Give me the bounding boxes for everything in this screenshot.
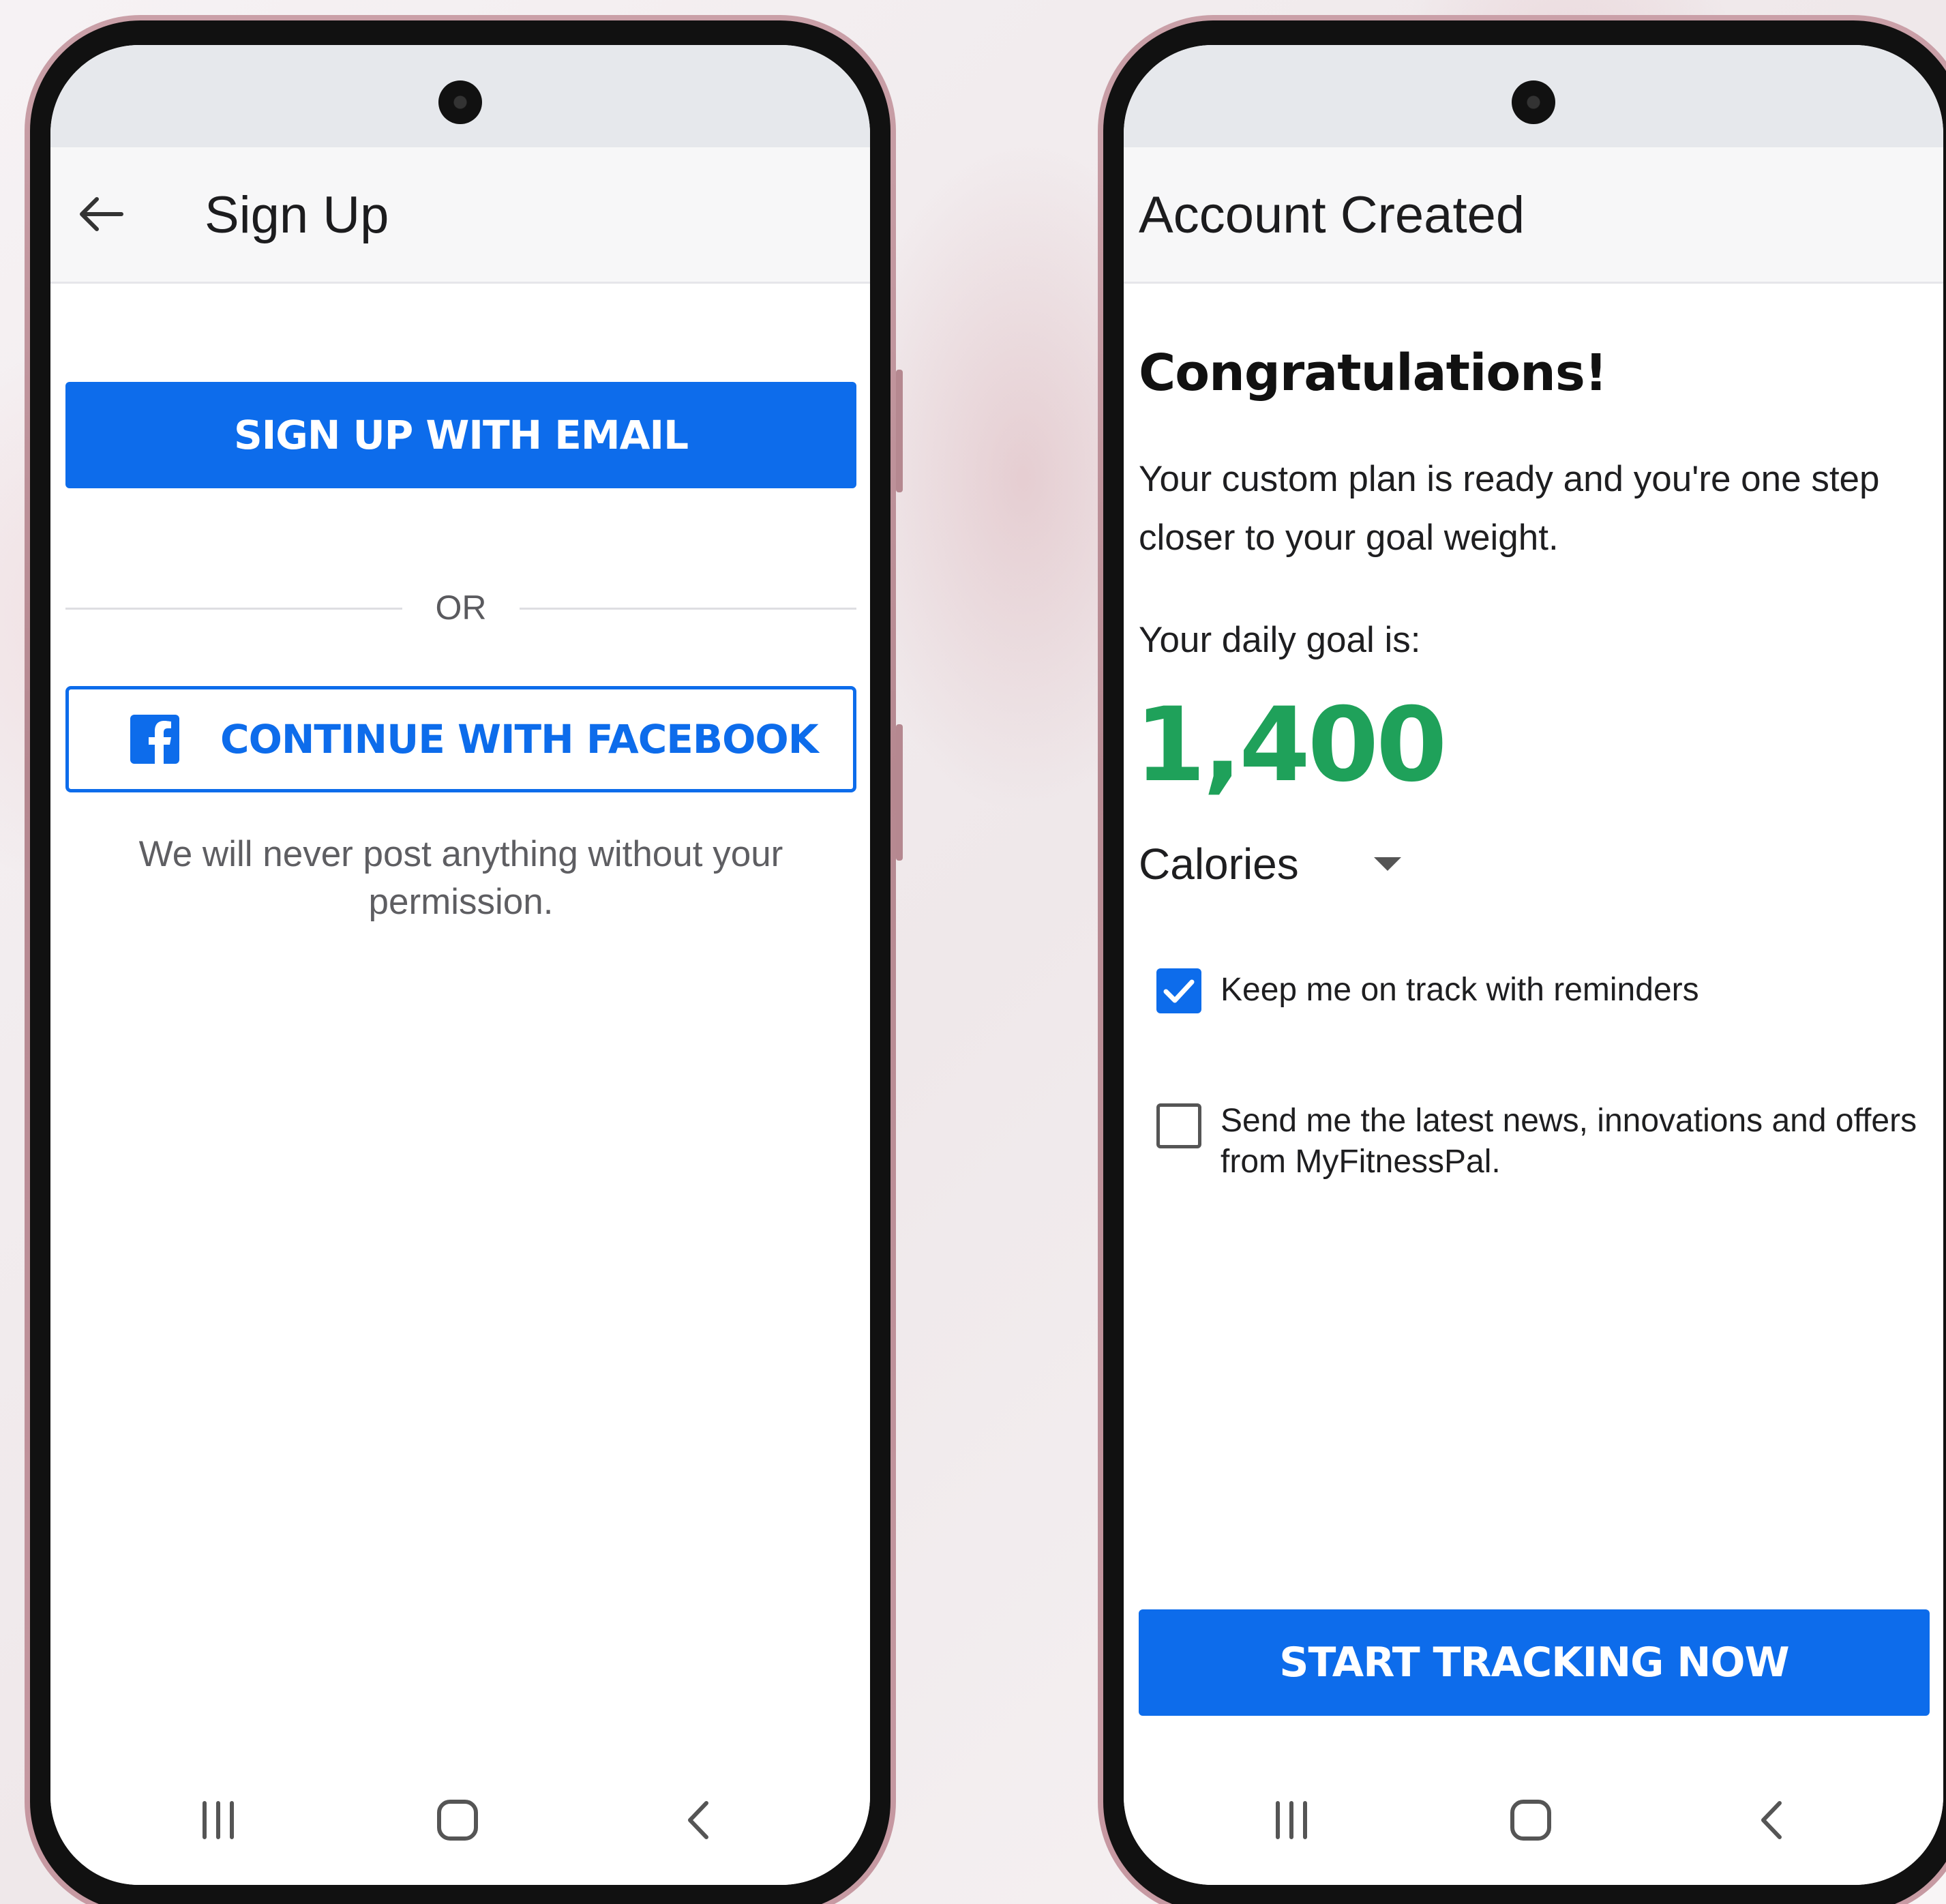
or-divider: OR [65,584,856,631]
daily-goal-label: Your daily goal is: [1139,620,1421,660]
facebook-button-label: CONTINUE WITH FACEBOOK [220,716,819,762]
daily-goal-value: 1,400 [1135,686,1447,805]
chevron-down-icon [1373,857,1401,871]
home-icon[interactable] [1507,1796,1555,1844]
divider-line [520,608,856,610]
newsletter-label: Send me the latest news, innovations and… [1221,1103,1917,1180]
app-bar: Sign Up [50,147,870,284]
power-button [896,724,903,861]
sign-up-screen: Sign Up SIGN UP WITH EMAIL OR CONTINUE W… [50,45,870,1885]
recent-apps-icon[interactable] [1271,1796,1312,1844]
unit-dropdown[interactable]: Calories [1139,833,1401,895]
back-icon[interactable] [1751,1796,1792,1844]
system-nav-bar [50,1769,870,1885]
privacy-note: We will never post anything without your… [138,834,783,922]
newsletter-option[interactable]: Send me the latest news, innovations and… [1156,1103,1920,1182]
facebook-icon [130,715,179,764]
checkmark-icon [1163,979,1195,1003]
front-camera [1512,80,1555,124]
page-title: Account Created [1139,186,1525,244]
recent-apps-icon[interactable] [198,1796,239,1844]
home-icon[interactable] [434,1796,481,1844]
unit-selected-value: Calories [1139,839,1299,889]
front-camera [438,80,482,124]
phone-sign-up: Sign Up SIGN UP WITH EMAIL OR CONTINUE W… [25,15,903,1904]
reminders-checkbox[interactable] [1156,968,1201,1013]
reminders-option[interactable]: Keep me on track with reminders [1156,968,1699,1013]
reminders-label: Keep me on track with reminders [1221,972,1699,1008]
continue-facebook-button[interactable]: CONTINUE WITH FACEBOOK [65,686,856,792]
page-title: Sign Up [205,186,389,244]
system-nav-bar [1124,1769,1943,1885]
volume-button [896,370,903,492]
plan-message: Your custom plan is ready and you're one… [1139,459,1880,558]
app-bar: Account Created [1124,147,1943,284]
start-tracking-button[interactable]: START TRACKING NOW [1139,1609,1930,1716]
congratulations-heading: Congratulations! [1139,344,1608,402]
back-icon[interactable] [678,1796,719,1844]
account-created-screen: Account Created Congratulations! Your cu… [1124,45,1943,1885]
status-bar [1124,45,1943,147]
phone-account-created: Account Created Congratulations! Your cu… [1098,15,1946,1904]
back-arrow-icon[interactable] [76,194,124,235]
status-bar [50,45,870,147]
newsletter-checkbox[interactable] [1156,1103,1201,1148]
sign-up-email-button[interactable]: SIGN UP WITH EMAIL [65,382,856,488]
